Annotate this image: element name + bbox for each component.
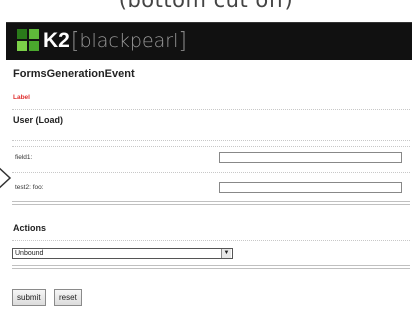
section-divider [12, 201, 410, 202]
logo-blackpearl-text: blackpearl [79, 30, 179, 52]
actions-select-value: Unbound [15, 250, 44, 257]
logo-k2-text: K2 [43, 29, 70, 52]
field1-input[interactable] [219, 152, 402, 163]
divider [12, 172, 410, 173]
divider [12, 146, 410, 147]
chevron-right-icon [0, 167, 12, 189]
reset-button[interactable]: reset [54, 289, 82, 306]
logo-bracket-open: [ [70, 28, 80, 54]
section-title-actions: Actions [13, 223, 47, 233]
divider [12, 140, 410, 141]
test2-foo-label: test2: foo: [15, 184, 44, 191]
submit-button[interactable]: submit [12, 289, 46, 306]
divider [12, 109, 410, 110]
section-divider [12, 204, 410, 205]
field1-label: field1: [15, 154, 33, 161]
section-divider [12, 265, 410, 266]
test2-foo-input[interactable] [219, 182, 402, 193]
logo-bracket-close: ] [178, 28, 187, 54]
actions-select[interactable]: Unbound ▼ [12, 248, 233, 259]
k2-banner: K2 [ blackpearl ] [6, 22, 412, 60]
top-caption-cut-off: (bottom cut off) [118, 0, 294, 12]
section-title-user-load: User (Load) [13, 115, 64, 125]
dropdown-arrow-icon[interactable]: ▼ [221, 249, 231, 258]
form-title: FormsGenerationEvent [13, 68, 135, 80]
section-divider [12, 268, 410, 269]
divider [12, 240, 410, 241]
k2-logo: K2 [ blackpearl ] [17, 28, 187, 54]
label-text: Label [13, 94, 30, 101]
k2-logo-squares-icon [17, 29, 41, 53]
